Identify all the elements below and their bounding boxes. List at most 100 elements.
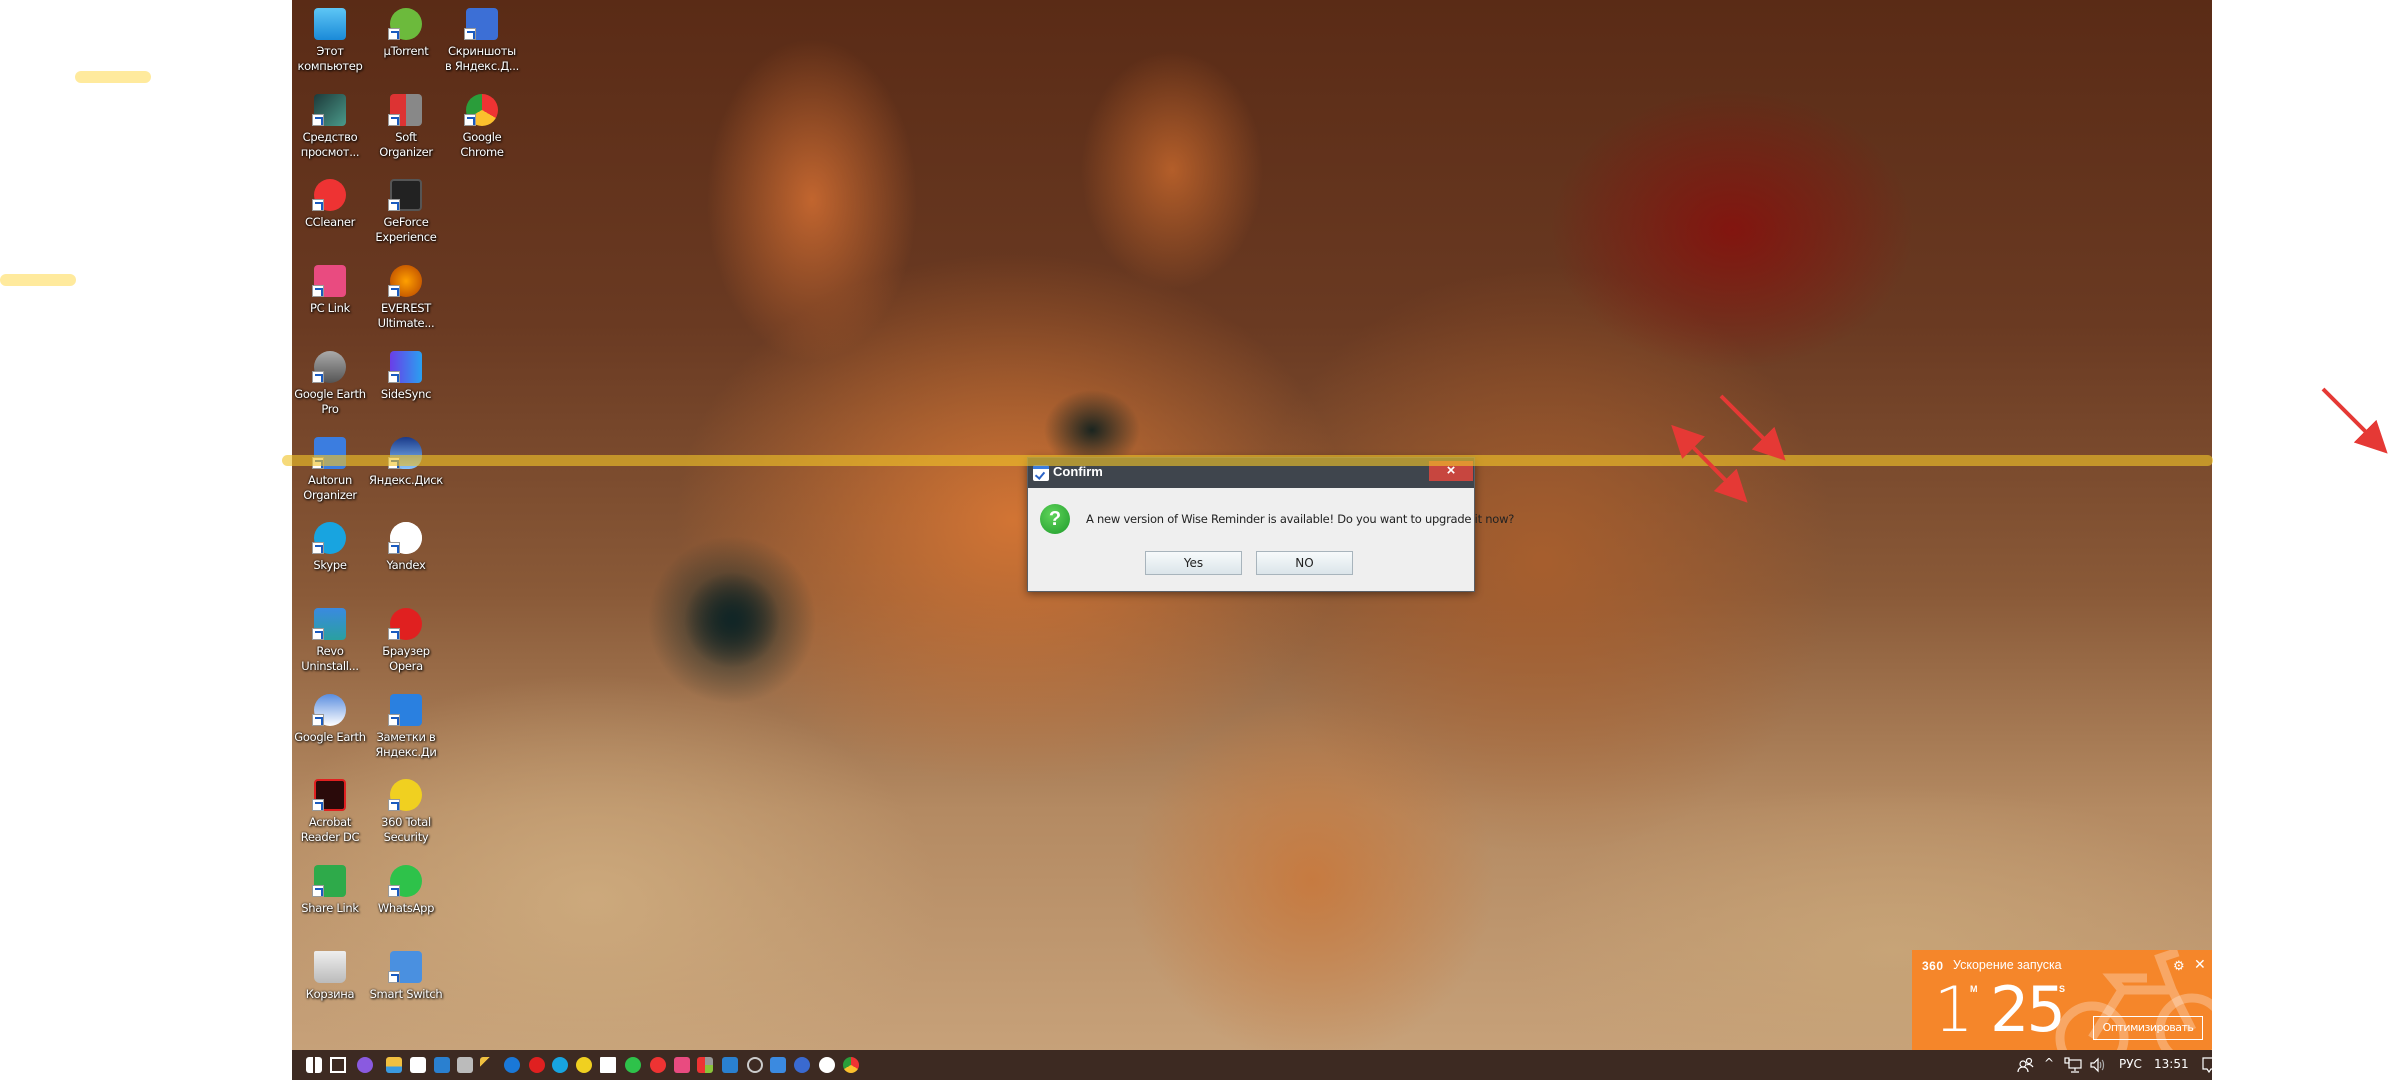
optimize-button[interactable]: Оптимизировать	[2093, 1016, 2203, 1040]
taskbar-ccleaner-icon[interactable]	[650, 1057, 666, 1073]
shortcut-arrow-icon	[312, 114, 324, 126]
shortcut-arrow-icon	[312, 628, 324, 640]
desktop-icon[interactable]: µTorrent	[368, 2, 444, 86]
taskbar-control-panel-icon[interactable]	[434, 1057, 450, 1073]
question-icon: ?	[1040, 504, 1070, 534]
desktop-icon[interactable]: CCleaner	[292, 173, 368, 257]
seconds-unit: S	[2059, 984, 2066, 994]
desktop-icon-label: Браузер Opera	[382, 644, 430, 673]
minutes-value: 1	[1934, 973, 1974, 1046]
shortcut-arrow-icon	[312, 885, 324, 897]
desktop-icon-label: Yandex	[386, 558, 426, 572]
desktop-icon[interactable]: Google Earth Pro	[292, 345, 368, 429]
volume-icon[interactable]	[2089, 1057, 2107, 1076]
computer-icon	[314, 8, 346, 40]
360-startup-widget: 360 Ускорение запуска ⚙ ✕ 1 M 25 S Оптим…	[1912, 950, 2212, 1050]
desktop-icon[interactable]: Acrobat Reader DC	[292, 773, 368, 857]
taskbar-yandex-icon[interactable]	[819, 1057, 835, 1073]
desktop-icon-label: Корзина	[305, 987, 355, 1001]
taskbar-autorun-icon[interactable]	[770, 1057, 786, 1073]
taskbar-task-view-icon[interactable]	[330, 1057, 346, 1073]
desktop-icon-label: Заметки в Яндекс.Ди	[375, 730, 437, 759]
shortcut-arrow-icon	[464, 28, 476, 40]
taskbar-start-icon[interactable]	[306, 1057, 322, 1073]
desktop-icon[interactable]: Средство просмот...	[292, 88, 368, 172]
desktop-icon-label: Soft Organizer	[379, 130, 433, 159]
shortcut-arrow-icon	[388, 885, 400, 897]
shortcut-arrow-icon	[388, 628, 400, 640]
shortcut-arrow-icon	[464, 114, 476, 126]
clock[interactable]: 13:51	[2154, 1057, 2189, 1071]
shortcut-arrow-icon	[388, 799, 400, 811]
desktop-icon[interactable]: Revo Uninstall...	[292, 602, 368, 686]
taskbar: ^ РУС 13:51	[292, 1050, 2219, 1080]
desktop-icon[interactable]: Корзина	[292, 945, 368, 1029]
desktop-icon[interactable]: EVEREST Ultimate...	[368, 259, 444, 343]
taskbar-camera-icon[interactable]	[457, 1057, 473, 1073]
taskbar-revo-icon[interactable]	[722, 1057, 738, 1073]
chevron-up-icon[interactable]: ^	[2044, 1056, 2054, 1070]
shortcut-arrow-icon	[312, 199, 324, 211]
desktop-icon-label: 360 Total Security	[381, 815, 431, 844]
people-icon[interactable]	[2017, 1057, 2035, 1076]
network-icon[interactable]	[2064, 1057, 2082, 1076]
shortcut-arrow-icon	[388, 971, 400, 983]
desktop-icon[interactable]: Google Chrome	[444, 88, 520, 172]
taskbar-store-icon[interactable]	[410, 1057, 426, 1073]
desktop-icon[interactable]: Smart Switch	[368, 945, 444, 1029]
desktop-icon-label: EVEREST Ultimate...	[377, 301, 435, 330]
shortcut-arrow-icon	[388, 542, 400, 554]
desktop-icon[interactable]: Share Link	[292, 859, 368, 943]
desktop-icon[interactable]: SideSync	[368, 345, 444, 429]
taskbar-whatsapp-icon[interactable]	[625, 1057, 641, 1073]
desktop-icon[interactable]: Скриншоты в Яндекс.Д...	[444, 2, 520, 86]
desktop-icon-label: Этот компьютер	[297, 44, 363, 73]
taskbar-speedometer-icon[interactable]	[747, 1057, 763, 1073]
action-center-icon[interactable]	[2202, 1057, 2220, 1076]
shortcut-arrow-icon	[312, 714, 324, 726]
taskbar-cortana-icon[interactable]	[357, 1057, 373, 1073]
taskbar-opera-icon[interactable]	[529, 1057, 545, 1073]
desktop-icon[interactable]: Яндекс.Диск	[368, 431, 444, 515]
shortcut-arrow-icon	[312, 799, 324, 811]
recycle-bin-icon	[314, 951, 346, 983]
taskbar-pc-link-icon[interactable]	[674, 1057, 690, 1073]
taskbar-edge-icon[interactable]	[504, 1057, 520, 1073]
desktop-icon-label: µTorrent	[383, 44, 429, 58]
desktop-icon[interactable]: Autorun Organizer	[292, 431, 368, 515]
desktop-icon[interactable]: 360 Total Security	[368, 773, 444, 857]
red-arrow	[2321, 387, 2388, 454]
language-indicator[interactable]: РУС	[2119, 1057, 2142, 1071]
taskbar-magic-wand-icon[interactable]	[480, 1057, 496, 1073]
desktop-icon-label: Google Chrome	[460, 130, 504, 159]
desktop-icon[interactable]: Этот компьютер	[292, 2, 368, 86]
desktop-icon[interactable]: Soft Organizer	[368, 88, 444, 172]
taskbar-everest-icon[interactable]	[794, 1057, 810, 1073]
shortcut-arrow-icon	[312, 285, 324, 297]
widget-close-button[interactable]: ✕	[2194, 956, 2206, 973]
screen: Этот компьютер µTorrent Скриншоты в Яндекс…	[0, 0, 2390, 1080]
taskbar-file-explorer-icon[interactable]	[386, 1057, 402, 1073]
gear-icon[interactable]: ⚙	[2173, 958, 2185, 974]
taskbar-chrome-icon[interactable]	[843, 1057, 859, 1073]
desktop-icon[interactable]: Заметки в Яндекс.Ди	[368, 688, 444, 772]
taskbar-flipboard-tiles-icon[interactable]	[697, 1057, 713, 1073]
taskbar-mail-icon[interactable]	[600, 1057, 616, 1073]
yes-button[interactable]: Yes	[1145, 551, 1242, 575]
desktop-icon[interactable]: Yandex	[368, 516, 444, 600]
desktop-icon[interactable]: PC Link	[292, 259, 368, 343]
dialog-message: A new version of Wise Reminder is availa…	[1086, 512, 1515, 526]
taskbar-skype-icon[interactable]	[552, 1057, 568, 1073]
desktop-icon[interactable]: WhatsApp	[368, 859, 444, 943]
desktop-icon[interactable]: Браузер Opera	[368, 602, 444, 686]
desktop-icon-label: Skype	[313, 558, 347, 572]
desktop-icon[interactable]: Google Earth	[292, 688, 368, 772]
no-button[interactable]: NO	[1256, 551, 1353, 575]
desktop-icon-label: Revo Uninstall...	[301, 644, 359, 673]
desktop-icon[interactable]: Skype	[292, 516, 368, 600]
desktop-icon-label: Скриншоты в Яндекс.Д...	[445, 44, 519, 73]
shortcut-arrow-icon	[388, 199, 400, 211]
desktop-icon[interactable]: GeForce Experience	[368, 173, 444, 257]
taskbar-360-security-icon[interactable]	[576, 1057, 592, 1073]
desktop-icon-label: Google Earth	[294, 730, 366, 744]
